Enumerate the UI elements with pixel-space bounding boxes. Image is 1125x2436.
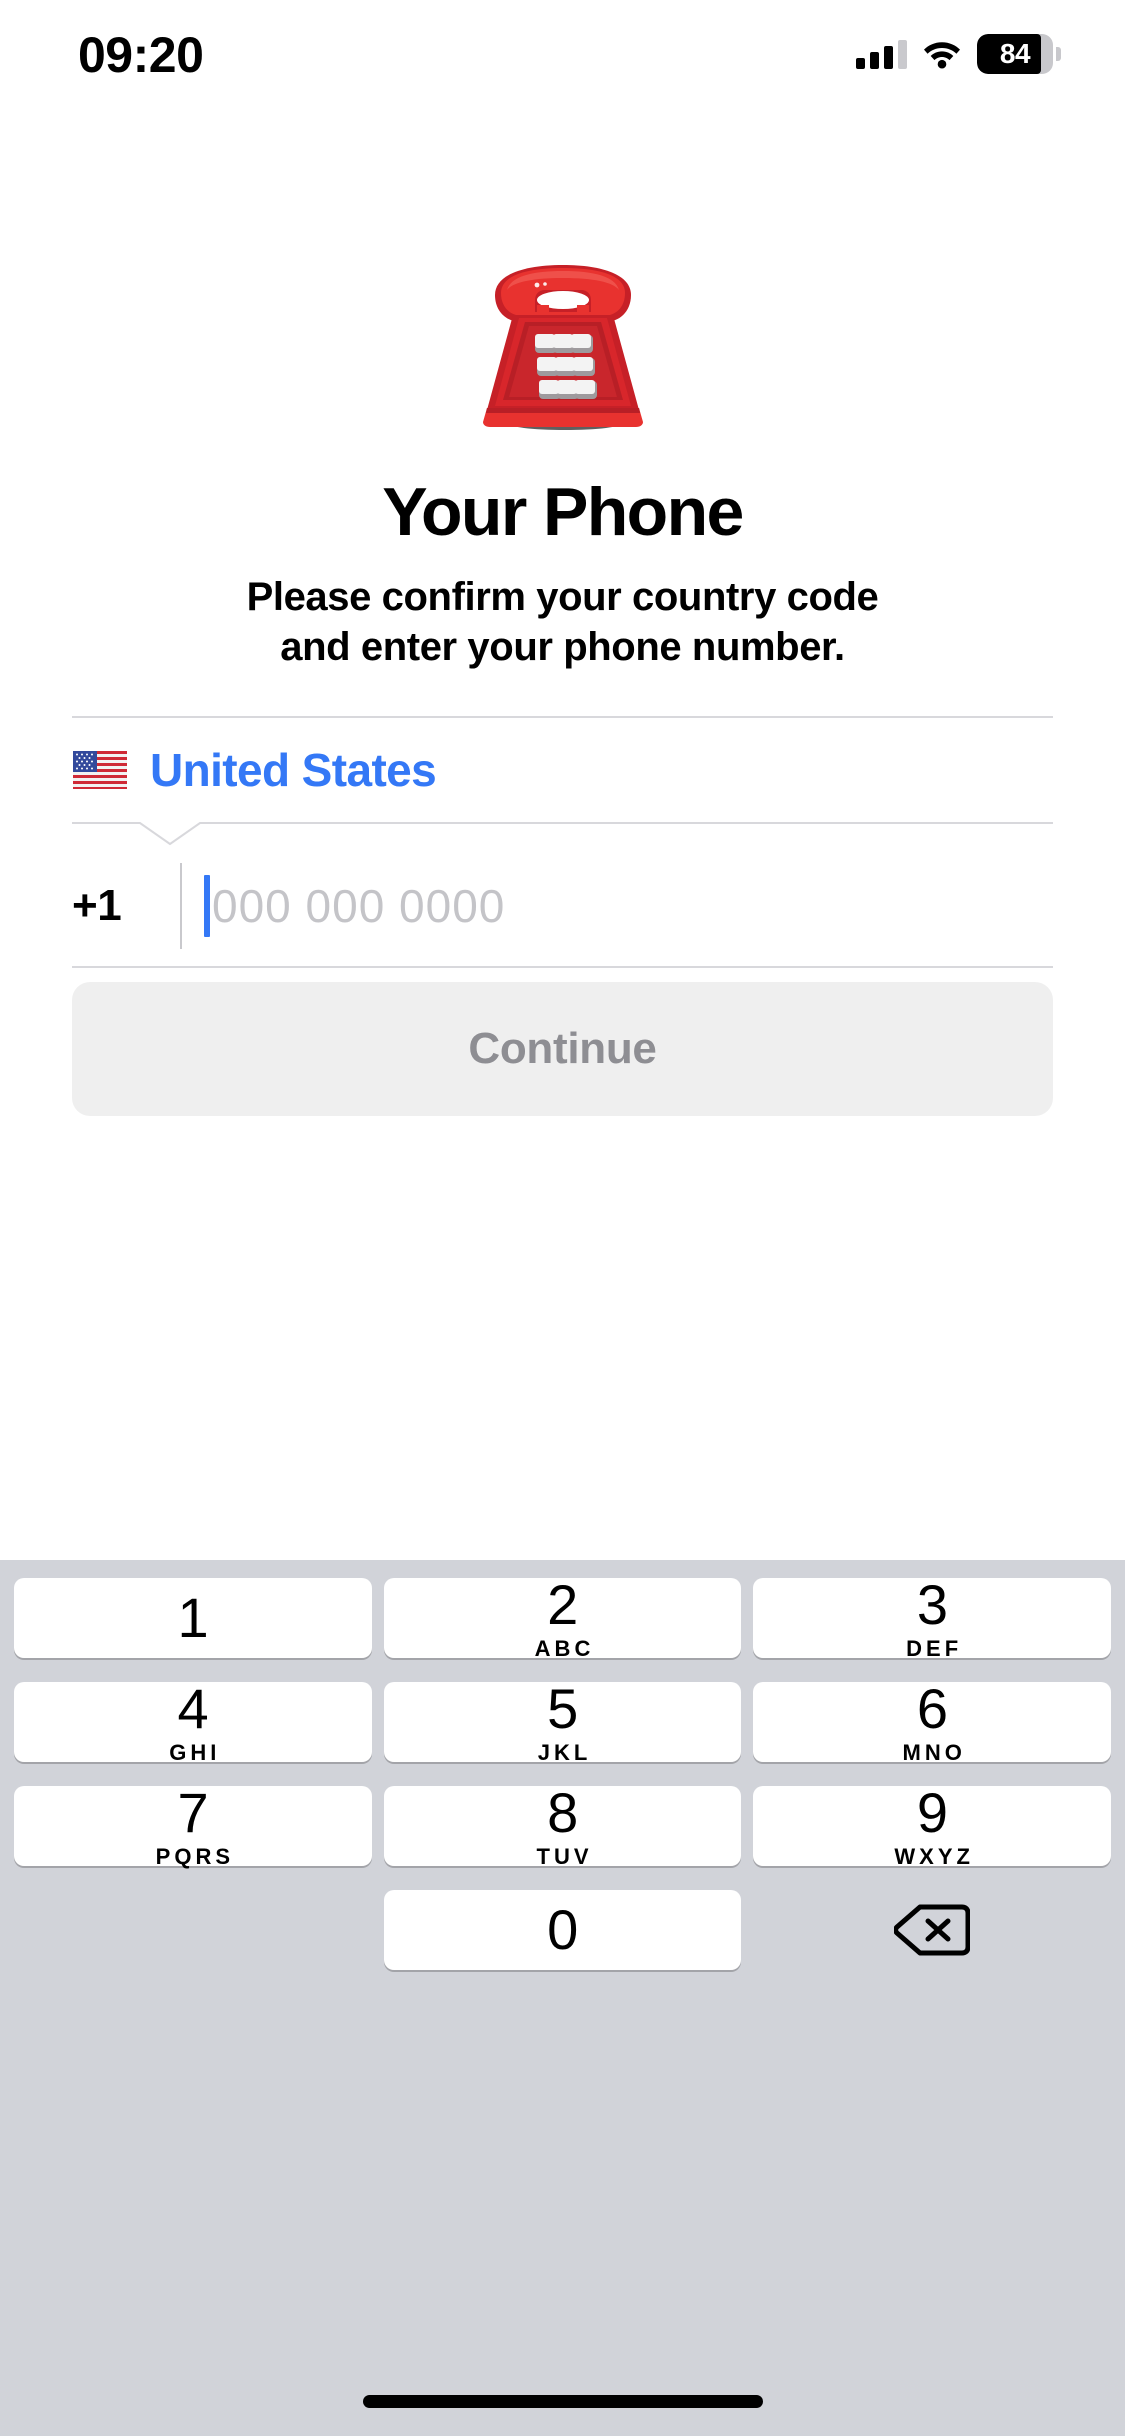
keypad-slot: 0 xyxy=(383,1890,742,1970)
page-title: Your Phone xyxy=(382,474,744,550)
key-5[interactable]: 5 JKL xyxy=(383,1677,742,1765)
wifi-icon xyxy=(924,42,960,69)
divider-bottom xyxy=(72,966,1053,968)
keypad-slot: 9 WXYZ xyxy=(753,1781,1112,1869)
key-0[interactable]: 0 xyxy=(383,1890,742,1970)
phone-number-input[interactable]: 000 000 0000 xyxy=(212,879,505,933)
key-digit: 5 xyxy=(547,1677,578,1740)
key-digit: 6 xyxy=(916,1677,948,1740)
continue-button[interactable]: Continue xyxy=(72,982,1053,1116)
keypad-slot: 1 xyxy=(14,1578,372,1658)
continue-button-label: Continue xyxy=(468,1024,657,1073)
keypad-slot: 2 ABC xyxy=(383,1573,742,1661)
keypad-slot: 6 MNO xyxy=(753,1677,1112,1765)
keypad-slot: 5 JKL xyxy=(383,1677,742,1765)
key-4[interactable]: 4 GHI xyxy=(14,1677,372,1765)
key-digit: 8 xyxy=(547,1781,578,1844)
key-9[interactable]: 9 WXYZ xyxy=(753,1781,1112,1869)
keypad-slot-empty xyxy=(14,1890,372,1970)
key-digit: 2 xyxy=(547,1573,578,1636)
country-selector-row[interactable]: United States xyxy=(0,718,1125,822)
key-8[interactable]: 8 TUV xyxy=(383,1781,742,1869)
numeric-keypad: 1 2 ABC 3 DEF 4 GHI 5 JKL 6 MNO 7 PQRS 8… xyxy=(0,1560,1125,2436)
battery-shell: 84 xyxy=(977,34,1053,74)
home-indicator[interactable] xyxy=(362,2395,763,2408)
key-letters: PQRS xyxy=(155,1844,235,1869)
dial-code-label: +1 xyxy=(72,881,122,930)
page-subtitle-line-1: Please confirm your country code xyxy=(246,575,879,619)
keypad-slot: 3 DEF xyxy=(753,1573,1112,1661)
key-3[interactable]: 3 DEF xyxy=(753,1573,1112,1661)
keypad-row: 0 xyxy=(8,1884,1117,1988)
key-letters: TUV xyxy=(536,1844,593,1869)
keypad-row: 4 GHI 5 JKL 6 MNO xyxy=(8,1676,1117,1780)
country-name-label: United States xyxy=(150,744,437,796)
keypad-slot: 8 TUV xyxy=(383,1781,742,1869)
key-digit: 3 xyxy=(916,1573,948,1636)
keypad-row: 1 2 ABC 3 DEF xyxy=(8,1572,1117,1676)
status-bar-indicators: 84 xyxy=(856,32,1061,76)
keypad-row: 7 PQRS 8 TUV 9 WXYZ xyxy=(8,1780,1117,1884)
phone-form: United States +1 000 000 0000 xyxy=(0,716,1125,968)
key-digit: 4 xyxy=(177,1677,209,1740)
page-subtitle-line-2: and enter your phone number. xyxy=(280,625,845,669)
keypad-slot: 7 PQRS xyxy=(14,1781,372,1869)
field-divider xyxy=(180,863,182,949)
key-letters: DEF xyxy=(906,1636,963,1661)
phone-number-entry-screen: 09:20 84 Your Phone Please confirm your … xyxy=(0,0,1125,2436)
cellular-signal-icon xyxy=(856,39,907,69)
key-digit: 1 xyxy=(177,1586,209,1649)
key-backspace[interactable] xyxy=(753,1890,1111,1970)
keypad-slot: 4 GHI xyxy=(14,1677,372,1765)
hero-illustration xyxy=(0,260,1125,440)
page-subtitle: Please confirm your country code and ent… xyxy=(110,572,1015,672)
status-bar: 09:20 84 xyxy=(0,0,1125,120)
key-digit: 0 xyxy=(547,1898,578,1961)
key-6[interactable]: 6 MNO xyxy=(753,1677,1112,1765)
battery-percent-label: 84 xyxy=(999,38,1031,69)
key-7[interactable]: 7 PQRS xyxy=(14,1781,372,1869)
keypad-slot xyxy=(753,1890,1111,1970)
divider-with-notch xyxy=(72,822,1053,846)
key-letters: MNO xyxy=(902,1740,966,1765)
key-letters: JKL xyxy=(537,1740,592,1765)
telephone-emoji xyxy=(482,265,643,430)
status-bar-clock: 09:20 xyxy=(78,27,204,83)
key-2[interactable]: 2 ABC xyxy=(383,1573,742,1661)
phone-number-input-row[interactable]: +1 000 000 0000 xyxy=(0,846,1125,966)
notch-chevron-icon xyxy=(72,822,1053,846)
backspace-icon xyxy=(894,1904,971,1956)
key-digit: 9 xyxy=(916,1781,948,1844)
battery-icon: 84 xyxy=(977,34,1061,74)
text-cursor xyxy=(204,875,210,937)
key-letters: ABC xyxy=(534,1636,595,1661)
battery-nub xyxy=(1056,47,1061,61)
key-letters: WXYZ xyxy=(894,1844,974,1869)
us-flag-emoji xyxy=(73,751,127,789)
key-letters: GHI xyxy=(169,1740,221,1765)
key-digit: 7 xyxy=(177,1781,209,1844)
key-1[interactable]: 1 xyxy=(14,1578,372,1658)
